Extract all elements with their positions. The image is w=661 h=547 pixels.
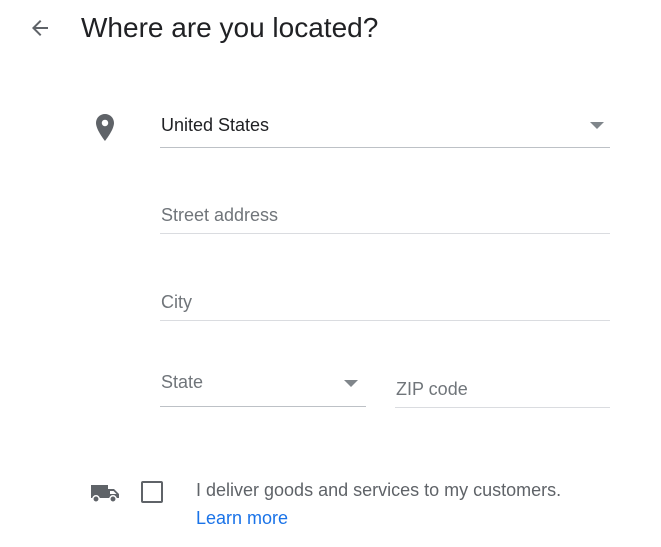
city-placeholder: City bbox=[161, 292, 192, 312]
street-address-input[interactable]: Street address bbox=[160, 198, 610, 234]
zip-code-input[interactable]: ZIP code bbox=[395, 372, 610, 408]
place-marker-icon bbox=[96, 114, 114, 141]
dropdown-arrow-icon bbox=[344, 380, 358, 387]
zip-code-placeholder: ZIP code bbox=[396, 379, 468, 399]
dropdown-arrow-icon bbox=[590, 122, 604, 129]
delivery-checkbox[interactable] bbox=[141, 481, 163, 503]
delivery-label: I deliver goods and services to my custo… bbox=[196, 480, 562, 500]
page-title: Where are you located? bbox=[81, 12, 379, 43]
street-address-placeholder: Street address bbox=[161, 205, 279, 225]
back-button[interactable] bbox=[22, 10, 58, 46]
location-page: Where are you located? United States Str… bbox=[0, 0, 661, 547]
truck-icon bbox=[91, 485, 119, 503]
state-placeholder: State bbox=[161, 372, 204, 392]
state-select[interactable]: State bbox=[160, 366, 366, 407]
city-input[interactable]: City bbox=[160, 285, 610, 321]
country-value: United States bbox=[161, 115, 270, 135]
country-select[interactable]: United States bbox=[160, 108, 610, 148]
learn-more-link[interactable]: Learn more bbox=[196, 506, 288, 530]
arrow-back-icon bbox=[32, 20, 48, 36]
